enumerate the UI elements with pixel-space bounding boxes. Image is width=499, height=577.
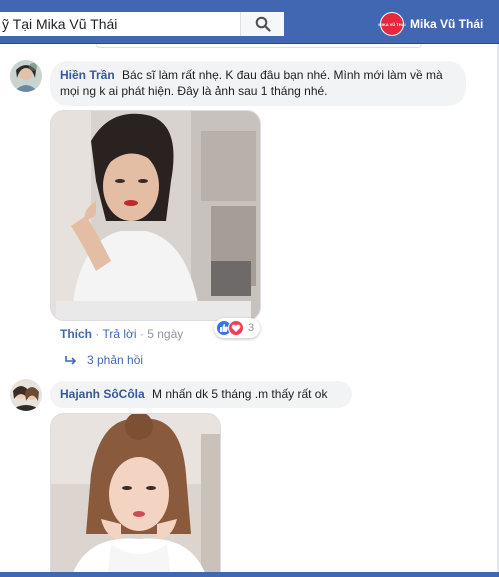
comment-author[interactable]: Hajanh SôCôla — [60, 387, 145, 401]
love-reaction-icon — [228, 320, 244, 336]
reaction-summary[interactable]: 3 — [214, 318, 261, 338]
page-logo: MIKA VŨ THÁI — [378, 12, 406, 36]
page-logo-text: MIKA VŨ THÁI — [378, 21, 406, 27]
comment-bubble: Hiền Trần Bác sĩ làm rất nhẹ. K đau đâu … — [50, 61, 466, 106]
comment-author[interactable]: Hiền Trần — [60, 68, 115, 82]
reply-link[interactable]: Trả lời — [102, 327, 136, 341]
view-replies-link[interactable]: 3 phản hồi — [65, 353, 143, 367]
replies-count-label: 3 phản hồi — [87, 353, 144, 367]
top-navigation-bar: ỹ Tại Mika Vũ Thái MIKA VŨ THÁI Mika Vũ … — [0, 0, 499, 44]
comment-photo[interactable] — [50, 110, 261, 321]
comment-text: M nhấn dk 5 tháng .m thấy rất ok — [152, 387, 328, 401]
post-card-bottom-edge — [96, 44, 422, 48]
search-button[interactable] — [240, 12, 284, 36]
page-profile-link[interactable]: MIKA VŨ THÁI Mika Vũ Thái — [378, 10, 484, 38]
search-icon — [255, 16, 271, 32]
reply-arrow-icon — [65, 356, 77, 365]
bottom-chat-bar — [0, 572, 499, 577]
comment-text: Bác sĩ làm rất nhẹ. K đau đâu bạn nhé. M… — [60, 68, 443, 98]
comment-timestamp[interactable]: 5 ngày — [147, 327, 183, 341]
reaction-count: 3 — [248, 322, 255, 334]
avatar[interactable] — [10, 60, 42, 92]
comment-photo[interactable] — [50, 413, 221, 577]
comment-bubble: Hajanh SôCôla M nhấn dk 5 tháng .m thấy … — [50, 381, 352, 408]
avatar[interactable] — [10, 379, 42, 411]
search-input[interactable]: ỹ Tại Mika Vũ Thái — [0, 12, 240, 36]
page-name: Mika Vũ Thái — [410, 17, 484, 31]
comment-actions: Thích · Trả lời · 5 ngày — [60, 327, 184, 341]
like-link[interactable]: Thích — [60, 327, 92, 341]
